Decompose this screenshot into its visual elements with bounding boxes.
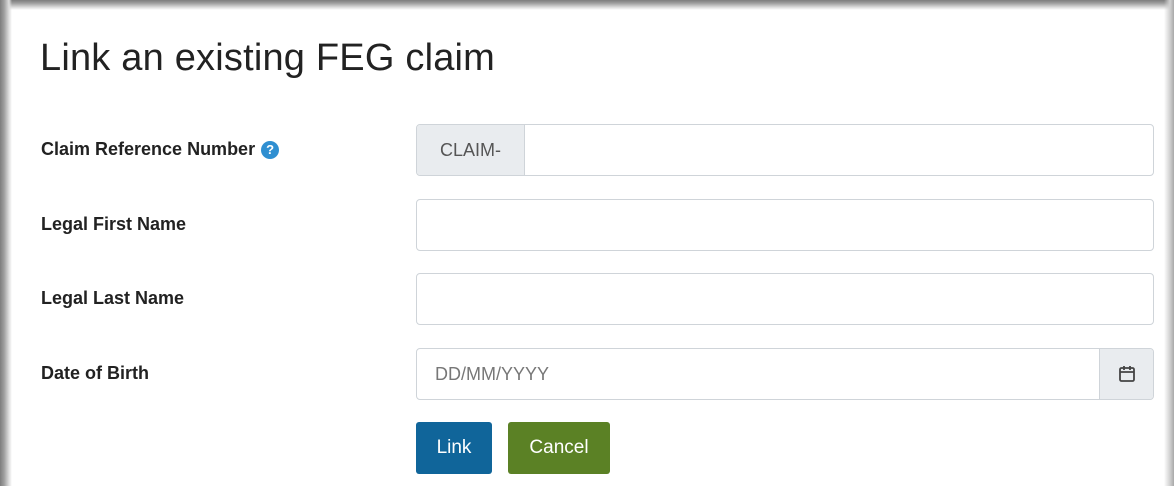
left-shadow (0, 0, 12, 486)
first-name-input[interactable] (417, 200, 1153, 250)
last-name-input[interactable] (417, 274, 1153, 324)
dob-field (416, 348, 1154, 400)
claim-ref-input[interactable] (525, 125, 1153, 175)
dialog-frame: Link an existing FEG claim Claim Referen… (0, 0, 1174, 486)
claim-ref-prefix: CLAIM- (417, 125, 525, 175)
last-name-row: Legal Last Name (12, 273, 1164, 325)
first-name-field (416, 199, 1154, 251)
dob-input[interactable] (417, 349, 1099, 399)
first-name-row: Legal First Name (12, 199, 1164, 251)
form-panel: Link an existing FEG claim Claim Referen… (12, 10, 1164, 486)
last-name-field (416, 273, 1154, 325)
last-name-label: Legal Last Name (41, 288, 185, 308)
page-title: Link an existing FEG claim (40, 37, 496, 79)
claim-ref-row: Claim Reference Number ? CLAIM- (12, 124, 1164, 176)
calendar-icon (1118, 366, 1135, 382)
link-button[interactable]: Link (416, 422, 492, 474)
calendar-button[interactable] (1099, 349, 1153, 399)
claim-ref-label-wrap: Claim Reference Number ? (41, 139, 280, 160)
top-shadow (0, 0, 1174, 10)
first-name-label: Legal First Name (41, 214, 187, 234)
cancel-button[interactable]: Cancel (508, 422, 610, 474)
right-shadow (1164, 0, 1174, 486)
claim-ref-field: CLAIM- (416, 124, 1154, 176)
dob-row: Date of Birth (12, 348, 1164, 400)
claim-ref-label: Claim Reference Number (41, 139, 256, 159)
question-circle-icon[interactable]: ? (261, 140, 280, 159)
dob-label: Date of Birth (41, 363, 149, 383)
